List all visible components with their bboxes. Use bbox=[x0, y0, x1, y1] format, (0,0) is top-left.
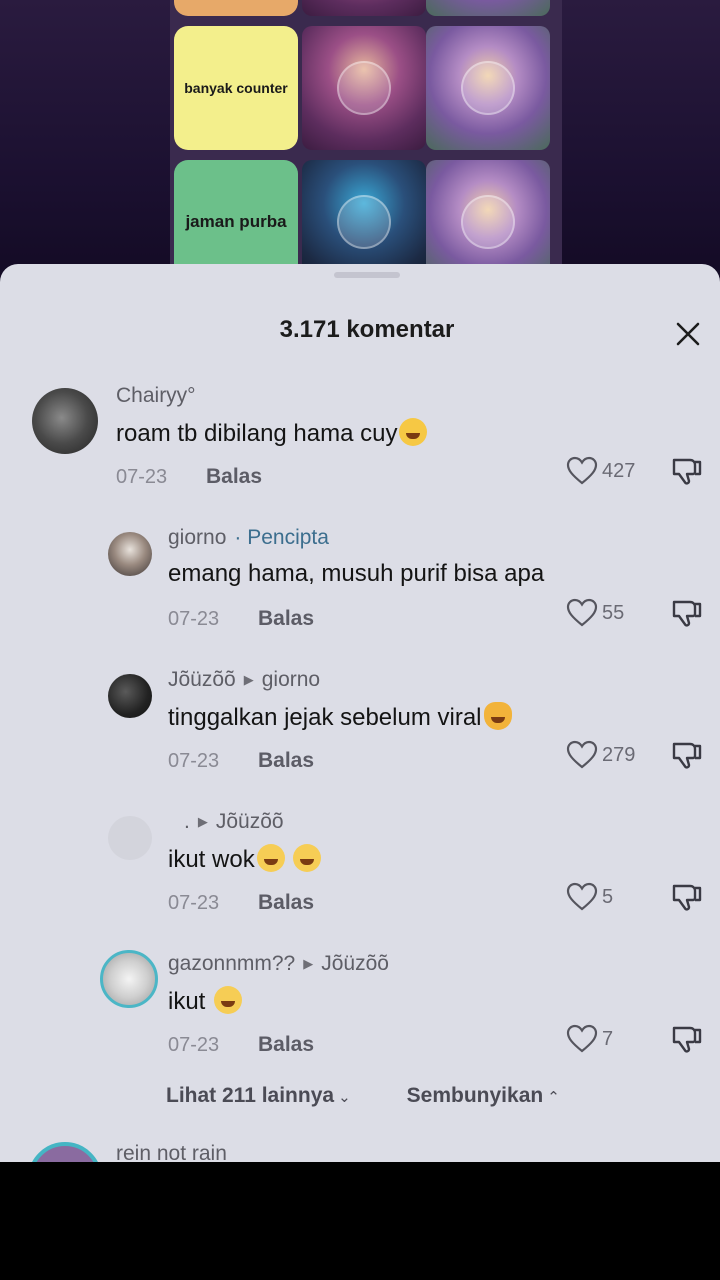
sheet-grabber[interactable] bbox=[334, 272, 400, 278]
hero-image bbox=[426, 26, 550, 150]
comment-text: emang hama, musuh purif bisa apa bbox=[168, 560, 545, 587]
reply-button[interactable]: Balas bbox=[206, 465, 262, 489]
comment-text: roam tb dibilang hama cuy bbox=[116, 418, 428, 448]
hero-image bbox=[302, 26, 426, 150]
like-button[interactable]: 279 bbox=[566, 740, 635, 770]
like-count: 55 bbox=[602, 601, 625, 624]
show-more-replies-button[interactable]: Lihat 211 lainnya ⌄ bbox=[166, 1084, 351, 1108]
joy-cat-emoji bbox=[483, 702, 512, 730]
reply-arrow-icon: ▶ bbox=[303, 956, 314, 971]
tier-label: banyak counter bbox=[174, 26, 298, 150]
heart-icon bbox=[566, 598, 598, 627]
dislike-button[interactable] bbox=[670, 596, 704, 630]
sheet-title: 3.171 komentar bbox=[279, 316, 455, 343]
thumbs-down-icon bbox=[672, 600, 702, 627]
close-icon bbox=[676, 322, 700, 346]
like-count: 5 bbox=[602, 885, 614, 908]
like-button[interactable]: 427 bbox=[566, 456, 635, 486]
comment-date: 07-23 bbox=[116, 466, 168, 488]
comment-item: giorno · Pencipta emang hama, musuh purif… bbox=[0, 522, 720, 652]
chevron-down-icon: ⌄ bbox=[338, 1089, 351, 1106]
like-button[interactable]: 55 bbox=[566, 598, 624, 628]
like-count: 279 bbox=[602, 743, 636, 766]
reply-button[interactable]: Balas bbox=[258, 1033, 314, 1057]
grin-emoji bbox=[214, 986, 243, 1014]
reply-to-username[interactable]: Jõüzõõ bbox=[216, 810, 284, 834]
avatar[interactable] bbox=[108, 816, 152, 860]
thumbs-down-icon bbox=[672, 884, 702, 911]
grin-emoji bbox=[256, 844, 285, 872]
like-button[interactable]: 5 bbox=[566, 882, 613, 912]
grin-emoji bbox=[293, 844, 322, 872]
comment-item: Chairyy° roam tb dibilang hama cuy 07-23… bbox=[0, 380, 720, 510]
comment-text: ikut wok bbox=[168, 844, 322, 874]
heart-icon bbox=[566, 882, 598, 911]
hide-replies-button[interactable]: Sembunyikan ⌃ bbox=[407, 1084, 560, 1108]
reply-to-username[interactable]: giorno bbox=[262, 668, 320, 692]
avatar[interactable] bbox=[108, 674, 152, 718]
bottom-bar bbox=[0, 1162, 720, 1280]
comment-username[interactable]: Jõüzõõ ▶ giorno bbox=[168, 668, 320, 692]
avatar[interactable] bbox=[100, 950, 158, 1008]
comment-date: 07-23 bbox=[168, 892, 220, 914]
thumbs-down-icon bbox=[672, 458, 702, 485]
comment-item: . ▶ Jõüzõõ ikut wok 07-23 Balas 5 bbox=[0, 806, 720, 936]
joy-emoji bbox=[399, 418, 428, 446]
comment-date: 07-23 bbox=[168, 750, 220, 772]
creator-tag: · Pencipta bbox=[234, 526, 329, 549]
thumbs-down-icon bbox=[672, 742, 702, 769]
comment-username[interactable]: giorno · Pencipta bbox=[168, 526, 329, 550]
comments-sheet: 3.171 komentar Chairyy° roam tb dibilang… bbox=[0, 264, 720, 1162]
like-count: 427 bbox=[602, 459, 636, 482]
comment-date: 07-23 bbox=[168, 608, 220, 630]
avatar[interactable] bbox=[108, 532, 152, 576]
thumbs-down-icon bbox=[672, 1026, 702, 1053]
avatar[interactable] bbox=[32, 388, 98, 454]
comment-date: 07-23 bbox=[168, 1034, 220, 1056]
comment-text: tinggalkan jejak sebelum viral bbox=[168, 702, 512, 732]
like-count: 7 bbox=[602, 1027, 614, 1050]
reply-button[interactable]: Balas bbox=[258, 749, 314, 773]
close-button[interactable] bbox=[670, 316, 706, 352]
reply-arrow-icon: ▶ bbox=[197, 814, 208, 829]
tier-list-board: banyak counter jaman purba bbox=[170, 0, 562, 284]
dislike-button[interactable] bbox=[670, 1022, 704, 1056]
like-button[interactable]: 7 bbox=[566, 1024, 613, 1054]
reply-arrow-icon: ▶ bbox=[243, 672, 254, 687]
hero-image bbox=[302, 0, 426, 16]
dislike-button[interactable] bbox=[670, 880, 704, 914]
reply-button[interactable]: Balas bbox=[258, 607, 314, 631]
dislike-button[interactable] bbox=[670, 738, 704, 772]
reply-to-username[interactable]: Jõüzõõ bbox=[321, 952, 389, 976]
chevron-up-icon: ⌃ bbox=[547, 1089, 560, 1106]
hero-image bbox=[426, 0, 550, 16]
replies-controls: Lihat 211 lainnya ⌄ Sembunyikan ⌃ bbox=[166, 1084, 560, 1108]
heart-icon bbox=[566, 456, 598, 485]
reply-button[interactable]: Balas bbox=[258, 891, 314, 915]
heart-icon bbox=[566, 1024, 598, 1053]
avatar[interactable] bbox=[28, 1142, 102, 1162]
comment-username[interactable]: rein not rain bbox=[116, 1142, 227, 1162]
heart-icon bbox=[566, 740, 598, 769]
comment-username[interactable]: . ▶ Jõüzõõ bbox=[184, 810, 284, 834]
video-background: banyak counter jaman purba bbox=[0, 0, 720, 300]
comment-item: Jõüzõõ ▶ giorno tinggalkan jejak sebelum v… bbox=[0, 664, 720, 794]
tier-label-top bbox=[174, 0, 298, 16]
dislike-button[interactable] bbox=[670, 454, 704, 488]
tier-row-top bbox=[174, 0, 558, 20]
comment-text: ikut bbox=[168, 986, 243, 1016]
tier-row-banyak-counter: banyak counter bbox=[174, 26, 558, 154]
comment-username[interactable]: gazonnmm?? ▶ Jõüzõõ bbox=[168, 952, 389, 976]
comment-username[interactable]: Chairyy° bbox=[116, 384, 196, 408]
comment-item: gazonnmm?? ▶ Jõüzõõ ikut 07-23 Balas 7 bbox=[0, 948, 720, 1078]
